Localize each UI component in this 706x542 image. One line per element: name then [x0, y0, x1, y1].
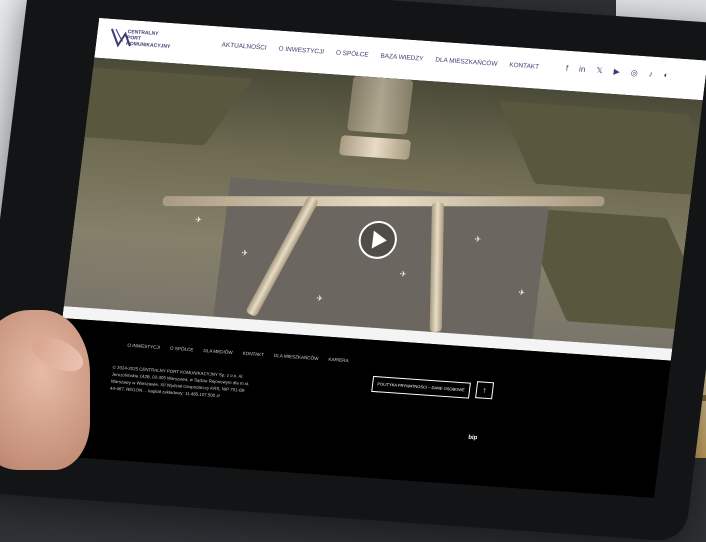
tablet-device: CENTRALNY PORT KOMUNIKACYJNY AKTUALNOŚCI… [0, 0, 706, 542]
main-menu: AKTUALNOŚCI O INWESTYCJI O SPÓŁCE BAZA W… [221, 42, 539, 71]
rail-station [346, 75, 414, 135]
accessibility-icon[interactable]: ◐ [663, 70, 669, 79]
footer-link-kariera[interactable]: KARIERA [328, 357, 349, 363]
airplane-icon: ✈ [517, 287, 526, 298]
airplane-icon: ✈ [194, 215, 203, 225]
footer-link-dla-mieszkancow[interactable]: DLA MIESZKAŃCÓW [274, 353, 319, 361]
terminal-pier-horizontal [162, 196, 605, 207]
social-links: f in 𝕏 ▶ ◎ ♪ ◐ [565, 64, 669, 80]
footer-link-kontakt[interactable]: KONTAKT [242, 351, 264, 357]
menu-item-o-spolce[interactable]: O SPÓŁCE [335, 50, 368, 59]
footer-link-o-spolce[interactable]: O SPÓŁCE [170, 346, 194, 353]
linkedin-icon[interactable]: in [579, 65, 586, 74]
airplane-icon: ✈ [240, 248, 249, 258]
tablet-screen: CENTRALNY PORT KOMUNIKACYJNY AKTUALNOŚCI… [45, 17, 706, 498]
airplane-icon: ✈ [473, 234, 482, 245]
airplane-icon: ✈ [315, 293, 324, 304]
menu-item-o-inwestycji[interactable]: O INWESTYCJI [278, 46, 324, 56]
menu-item-aktualnosci[interactable]: AKTUALNOŚCI [221, 42, 267, 52]
terminal-building [338, 135, 412, 160]
company-address: © 2024-2025 CENTRALNY PORT KOMUNIKACYJNY… [109, 364, 250, 399]
hand [0, 310, 90, 470]
brand-name: CENTRALNY PORT KOMUNIKACYJNY [126, 29, 172, 50]
terminal-pier-right [429, 202, 444, 333]
footer-links: O INWESTYCJI O SPÓŁCE DLA MEDIÓW KONTAKT… [127, 343, 349, 363]
tiktok-icon[interactable]: ♪ [648, 69, 653, 78]
privacy-policy-button[interactable]: POLITYKA PRYWATNOŚCI – DANE OSOBOWE [371, 375, 471, 399]
x-icon[interactable]: 𝕏 [596, 66, 604, 75]
menu-item-dla-mieszkancow[interactable]: DLA MIESZKAŃCÓW [435, 57, 498, 68]
youtube-icon[interactable]: ▶ [613, 67, 620, 76]
footer-link-dla-mediow[interactable]: DLA MEDIÓW [203, 348, 233, 355]
airplane-icon: ✈ [399, 269, 407, 279]
scroll-top-button[interactable]: ↑ [475, 381, 495, 400]
hero-video[interactable]: ✈ ✈ ✈ ✈ ✈ ✈ [63, 57, 703, 349]
bip-logo[interactable]: bip [468, 435, 478, 442]
grass-field [63, 67, 253, 146]
menu-item-baza-wiedzy[interactable]: BAZA WIEDZY [380, 53, 424, 63]
instagram-icon[interactable]: ◎ [630, 68, 638, 77]
footer-link-o-inwestycji[interactable]: O INWESTYCJI [127, 343, 160, 350]
grass-field [498, 100, 703, 197]
facebook-icon[interactable]: f [565, 64, 568, 73]
menu-item-kontakt[interactable]: KONTAKT [509, 62, 540, 71]
